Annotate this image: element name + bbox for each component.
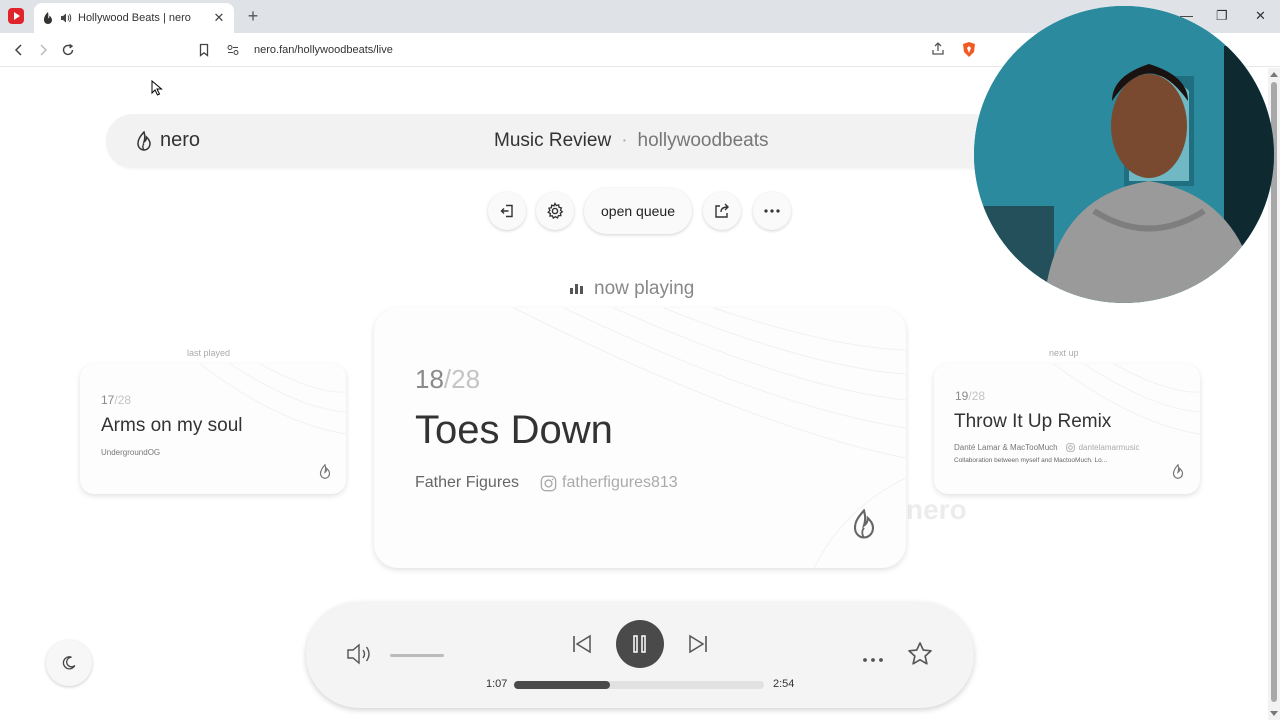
share-button[interactable] — [703, 192, 741, 230]
mouse-cursor-icon — [151, 80, 163, 96]
page-title: Music Review · hollywoodbeats — [494, 130, 769, 152]
last-played-label: last played — [187, 348, 231, 358]
maximize-button[interactable]: ❐ — [1216, 8, 1228, 24]
next-up-track-number: 19/28 — [955, 389, 985, 403]
next-button[interactable] — [686, 632, 710, 661]
nero-favicon-icon — [44, 12, 52, 24]
next-up-artist: Danté Lamar & MacTooMuch — [954, 443, 1058, 452]
nero-flame-icon — [853, 509, 875, 539]
speaker-icon — [347, 643, 370, 665]
bookmark-button[interactable] — [195, 41, 213, 59]
star-icon — [908, 642, 932, 665]
now-playing-artist: Father Figures — [415, 474, 520, 491]
back-button[interactable] — [10, 41, 28, 59]
player-bar: 1:07 2:54 — [306, 602, 974, 708]
webcam-image — [974, 6, 1274, 303]
brave-shields-button[interactable] — [960, 41, 978, 64]
settings-button[interactable] — [536, 192, 574, 230]
address-bar[interactable]: nero.fan/hollywoodbeats/live — [226, 38, 986, 62]
equalizer-icon — [570, 284, 585, 294]
nero-watermark: nero — [906, 494, 967, 525]
forward-arrow-icon — [40, 44, 48, 56]
forward-button[interactable] — [34, 41, 52, 59]
youtube-icon[interactable] — [8, 8, 24, 24]
instagram-icon — [540, 475, 557, 491]
more-icon — [764, 209, 780, 213]
next-up-artist-row: Danté Lamar & MacTooMuch dantelamarmusic — [954, 443, 1140, 452]
tab-title: Hollywood Beats | nero — [78, 12, 191, 24]
scroll-down-arrow-icon[interactable] — [1270, 711, 1278, 716]
gear-icon — [547, 202, 564, 220]
player-more-button[interactable] — [862, 650, 884, 668]
elapsed-time: 1:07 — [486, 678, 508, 690]
now-playing-text: now playing — [594, 278, 695, 299]
url-text: nero.fan/hollywoodbeats/live — [254, 44, 393, 56]
open-queue-button[interactable]: open queue — [584, 188, 692, 234]
webcam-overlay — [974, 6, 1274, 303]
last-played-song: Arms on my soul — [101, 415, 243, 436]
now-playing-song: Toes Down — [415, 408, 613, 452]
now-playing-label: now playing — [570, 278, 694, 300]
volume-slider[interactable] — [390, 654, 444, 657]
moon-icon — [62, 656, 76, 670]
audio-playing-icon[interactable] — [60, 12, 72, 24]
now-playing-card[interactable]: 18/28 Toes Down Father Figures fatherfig… — [374, 308, 906, 568]
last-track-total: /28 — [114, 393, 132, 407]
next-up-song: Throw It Up Remix — [954, 411, 1112, 432]
progress-bar-fill — [514, 681, 611, 689]
window-close-button[interactable]: ✕ — [1255, 8, 1266, 24]
nero-flame-icon — [137, 130, 151, 151]
nero-flame-icon — [319, 464, 331, 479]
skip-previous-icon — [573, 634, 591, 654]
next-up-description: Collaboration between myself and MactooM… — [954, 457, 1108, 464]
next-up-card[interactable]: 19/28 Throw It Up Remix Danté Lamar & Ma… — [934, 364, 1200, 494]
now-playing-instagram[interactable]: fatherfigures813 — [562, 474, 678, 492]
now-playing-artist-row: Father Figures fatherfigures813 — [415, 474, 678, 492]
favorite-button[interactable] — [906, 640, 934, 673]
title-separator: · — [621, 130, 628, 151]
total-duration: 2:54 — [773, 678, 795, 690]
site-settings-icon[interactable] — [226, 43, 240, 57]
exit-icon — [500, 204, 513, 218]
tab-close-button[interactable]: ✕ — [212, 10, 226, 26]
next-up-instagram[interactable]: dantelamarmusic — [1079, 443, 1140, 452]
exit-button[interactable] — [488, 192, 526, 230]
last-played-track-number: 17/28 — [101, 393, 131, 407]
skip-next-icon — [689, 634, 707, 654]
share-page-icon — [932, 42, 944, 55]
pause-button[interactable] — [616, 620, 664, 668]
instagram-icon — [1065, 443, 1075, 452]
bookmark-icon — [199, 43, 209, 57]
last-played-artist: UndergroundOG — [101, 448, 161, 457]
previous-button[interactable] — [570, 632, 594, 661]
progress-bar[interactable] — [514, 681, 764, 689]
volume-button[interactable] — [346, 642, 374, 671]
more-icon — [863, 658, 883, 662]
share-icon — [715, 203, 729, 218]
current-track-index: 18 — [415, 364, 444, 394]
channel-name: hollywoodbeats — [637, 130, 769, 151]
brand-name: nero — [160, 129, 201, 151]
scroll-up-arrow-icon[interactable] — [1270, 72, 1278, 77]
pause-icon — [633, 635, 646, 653]
reload-button[interactable] — [59, 41, 77, 59]
share-page-button[interactable] — [930, 41, 946, 62]
page-title-text: Music Review — [494, 130, 612, 151]
current-track-total: /28 — [443, 364, 481, 394]
next-track-index: 19 — [955, 389, 969, 403]
brand-logo[interactable]: nero — [136, 129, 200, 152]
browser-tab[interactable]: Hollywood Beats | nero ✕ — [34, 3, 234, 33]
new-tab-button[interactable]: + — [244, 6, 262, 26]
last-played-card[interactable]: 17/28 Arms on my soul UndergroundOG — [80, 364, 346, 494]
next-track-total: /28 — [968, 389, 986, 403]
last-track-index: 17 — [101, 393, 115, 407]
now-playing-track-number: 18/28 — [415, 364, 480, 395]
brave-lion-icon — [963, 42, 975, 57]
back-arrow-icon — [14, 44, 22, 56]
reload-icon — [62, 43, 74, 56]
theme-toggle-button[interactable] — [46, 640, 92, 686]
next-up-label: next up — [1049, 348, 1079, 358]
more-options-button[interactable] — [753, 192, 791, 230]
nero-flame-icon — [1172, 464, 1184, 479]
